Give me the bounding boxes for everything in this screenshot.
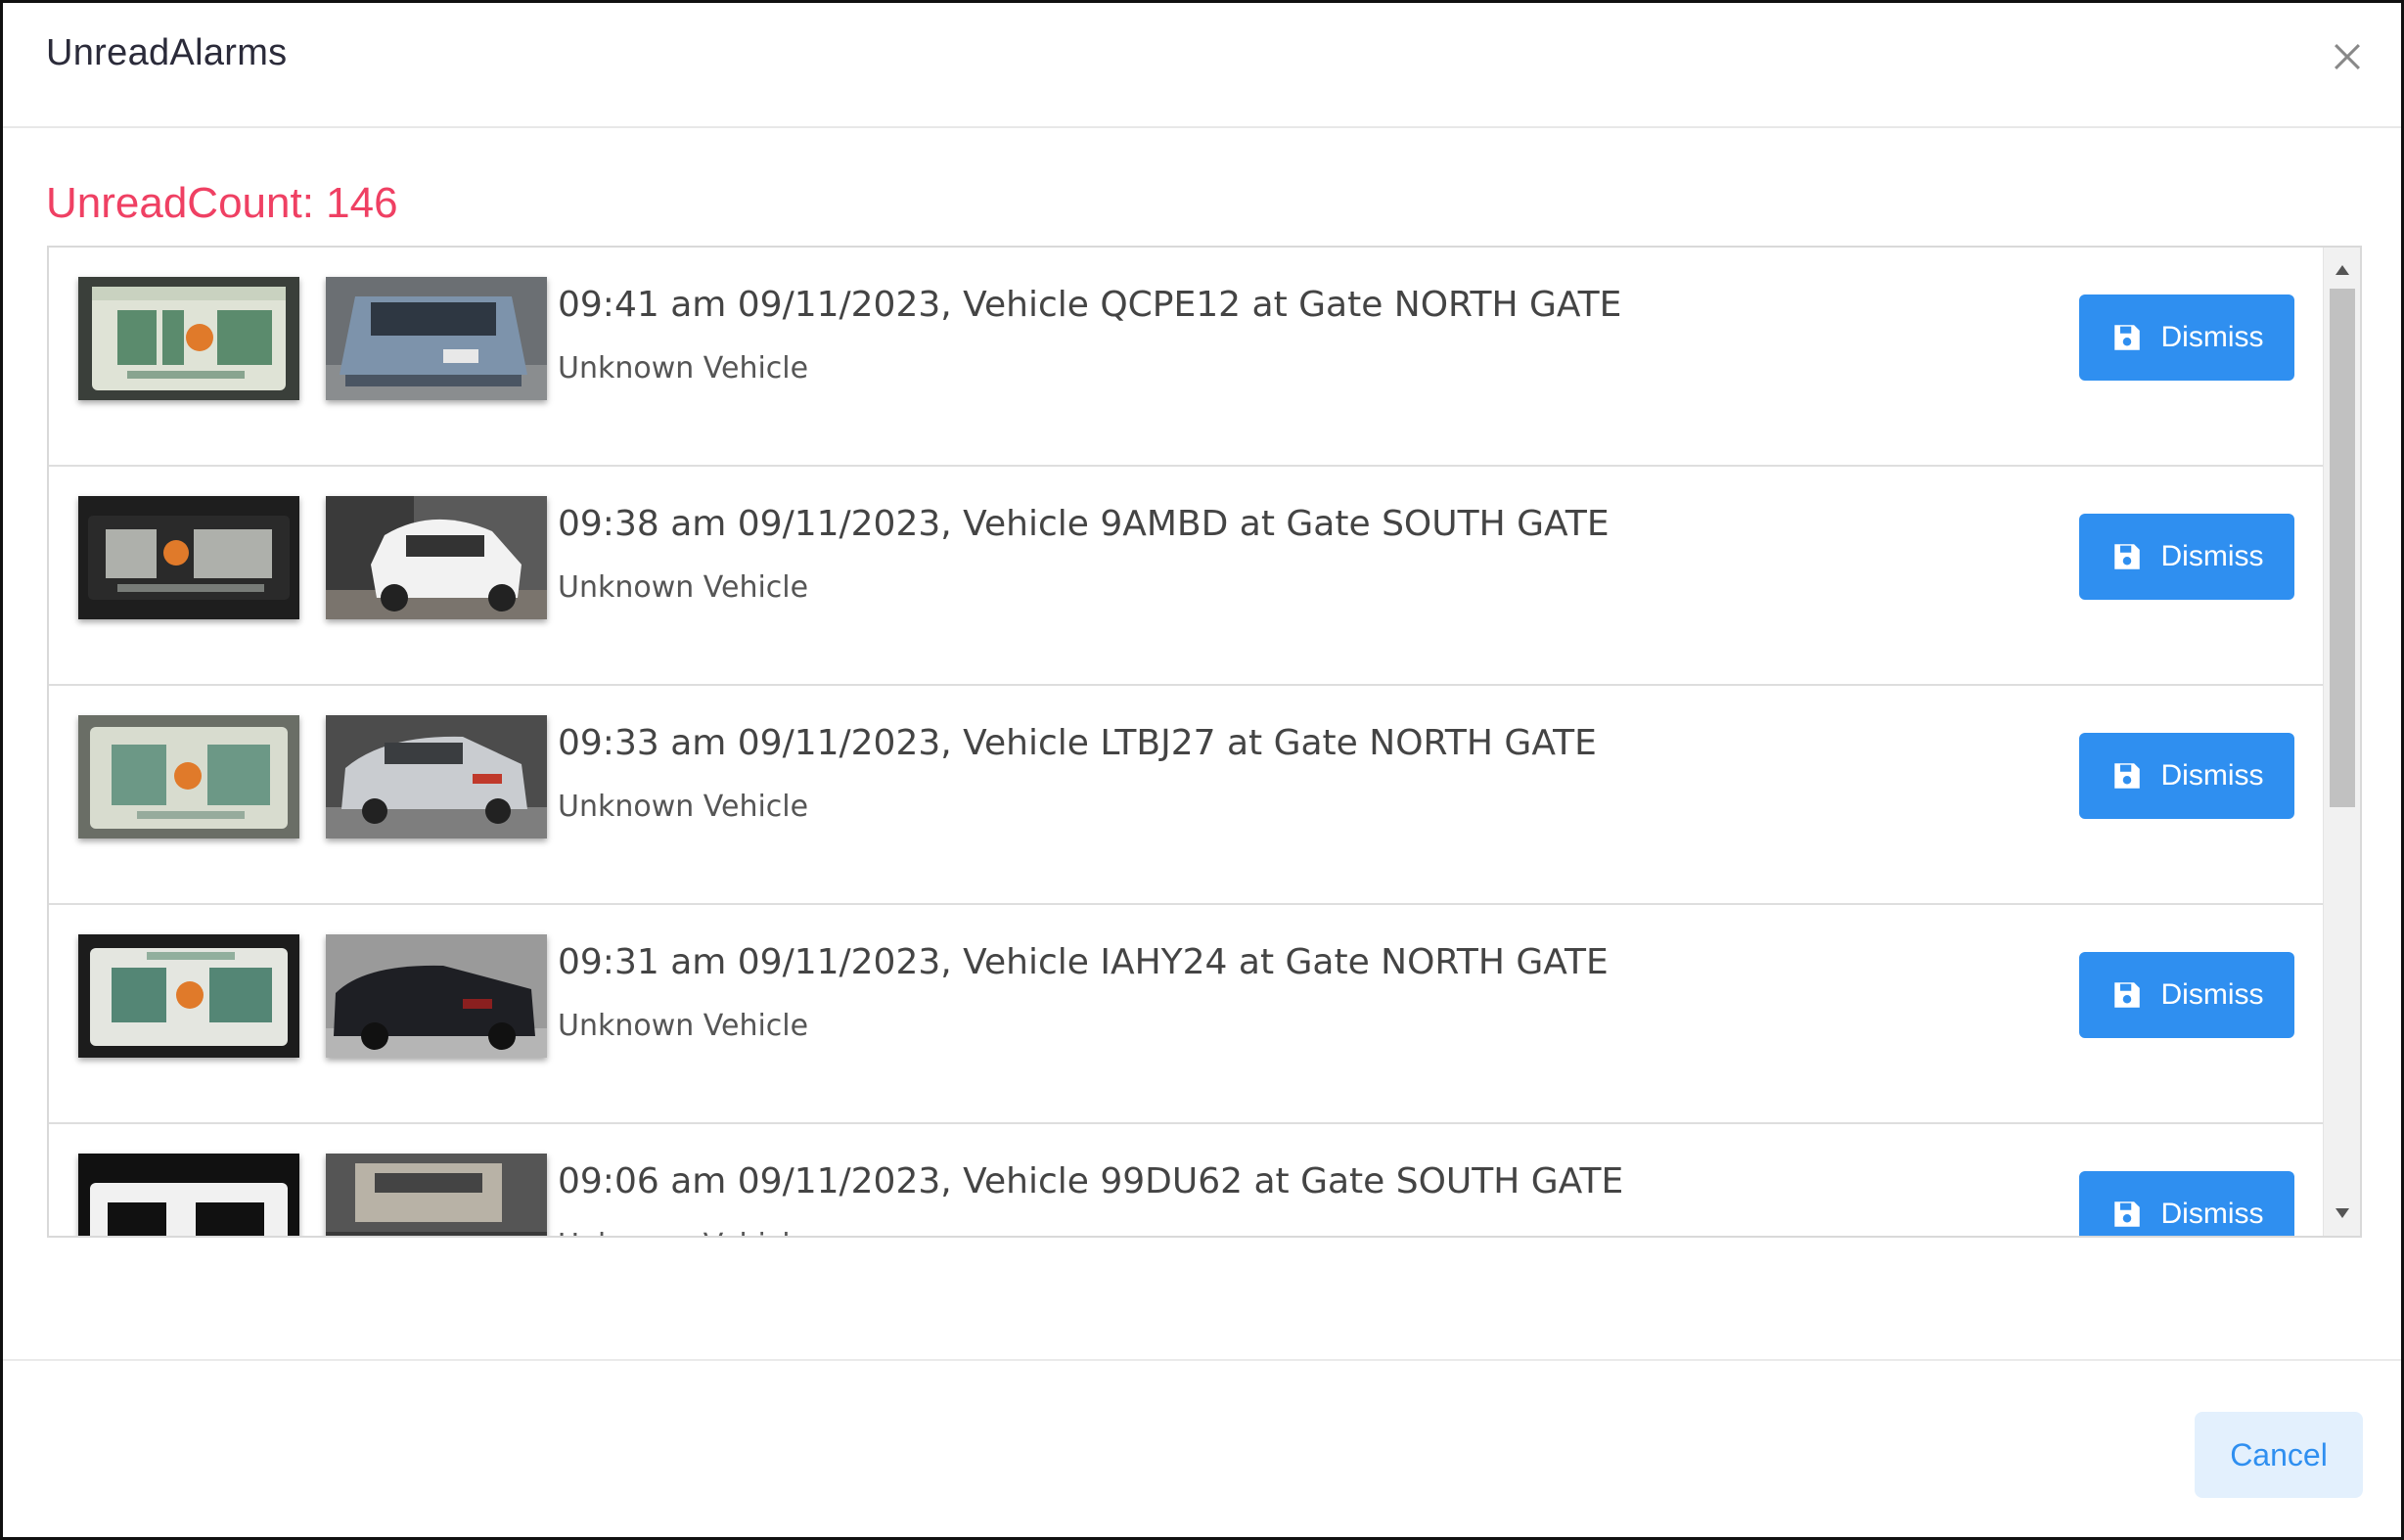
alarm-status-text: Unknown Vehicle: [558, 1228, 808, 1236]
dismiss-label: Dismiss: [2160, 759, 2264, 792]
list-item: 09:38 am 09/11/2023, Vehicle 9AMBD at Ga…: [49, 467, 2325, 686]
dismiss-button[interactable]: Dismiss: [2079, 733, 2294, 819]
list-item: 09:06 am 09/11/2023, Vehicle 99DU62 at G…: [49, 1124, 2325, 1236]
save-icon: [2113, 325, 2140, 350]
dismiss-label: Dismiss: [2160, 1198, 2264, 1230]
plate-image[interactable]: [78, 496, 299, 619]
plate-image[interactable]: [78, 277, 299, 400]
alarm-event-text: 09:41 am 09/11/2023, Vehicle QCPE12 at G…: [558, 285, 1622, 325]
dismiss-label: Dismiss: [2160, 540, 2264, 572]
footer-divider: [3, 1359, 2401, 1361]
unread-count: UnreadCount: 146: [46, 179, 398, 227]
alarm-status-text: Unknown Vehicle: [558, 790, 809, 824]
dismiss-button[interactable]: Dismiss: [2079, 1171, 2294, 1236]
alarm-event-text: 09:31 am 09/11/2023, Vehicle IAHY24 at G…: [558, 942, 1609, 982]
alarm-status-text: Unknown Vehicle: [558, 1009, 809, 1043]
plate-image[interactable]: [78, 1154, 299, 1236]
scrollbar-thumb[interactable]: [2330, 289, 2355, 807]
alarm-event-text: 09:33 am 09/11/2023, Vehicle LTBJ27 at G…: [558, 723, 1597, 763]
vehicle-image[interactable]: [326, 1154, 547, 1236]
plate-image[interactable]: [78, 715, 299, 838]
unread-alarms-dialog: UnreadAlarms UnreadCount: 146 09:41 am 0…: [0, 0, 2404, 1540]
list-scrollbar[interactable]: [2323, 248, 2360, 1236]
vehicle-image[interactable]: [326, 496, 547, 619]
dialog-title: UnreadAlarms: [46, 32, 288, 73]
alarm-event-text: 09:38 am 09/11/2023, Vehicle 9AMBD at Ga…: [558, 504, 1610, 544]
dismiss-label: Dismiss: [2160, 321, 2264, 353]
vehicle-image[interactable]: [326, 715, 547, 838]
save-icon: [2113, 544, 2140, 569]
scroll-up-arrow-icon[interactable]: [2334, 263, 2351, 277]
cancel-button[interactable]: Cancel: [2195, 1412, 2363, 1498]
alarm-list-panel: 09:41 am 09/11/2023, Vehicle QCPE12 at G…: [47, 246, 2362, 1238]
save-icon: [2113, 1201, 2140, 1227]
dismiss-button[interactable]: Dismiss: [2079, 514, 2294, 600]
list-item: 09:41 am 09/11/2023, Vehicle QCPE12 at G…: [49, 248, 2325, 467]
save-icon: [2113, 763, 2140, 789]
dismiss-button[interactable]: Dismiss: [2079, 294, 2294, 381]
list-item: 09:33 am 09/11/2023, Vehicle LTBJ27 at G…: [49, 686, 2325, 905]
alarm-status-text: Unknown Vehicle: [558, 570, 809, 605]
dialog-header: UnreadAlarms: [3, 3, 2401, 128]
scroll-down-arrow-icon[interactable]: [2334, 1206, 2351, 1220]
vehicle-image[interactable]: [326, 934, 547, 1058]
list-item: 09:31 am 09/11/2023, Vehicle IAHY24 at G…: [49, 905, 2325, 1124]
dismiss-label: Dismiss: [2160, 978, 2264, 1011]
alarm-event-text: 09:06 am 09/11/2023, Vehicle 99DU62 at G…: [558, 1161, 1624, 1201]
alarm-status-text: Unknown Vehicle: [558, 351, 809, 385]
plate-image[interactable]: [78, 934, 299, 1058]
alarm-list[interactable]: 09:41 am 09/11/2023, Vehicle QCPE12 at G…: [49, 248, 2325, 1236]
close-icon[interactable]: [2331, 40, 2364, 73]
dismiss-button[interactable]: Dismiss: [2079, 952, 2294, 1038]
save-icon: [2113, 982, 2140, 1008]
pagination-bar: 1 2 3 4 5 8: [49, 1236, 2360, 1238]
vehicle-image[interactable]: [326, 277, 547, 400]
